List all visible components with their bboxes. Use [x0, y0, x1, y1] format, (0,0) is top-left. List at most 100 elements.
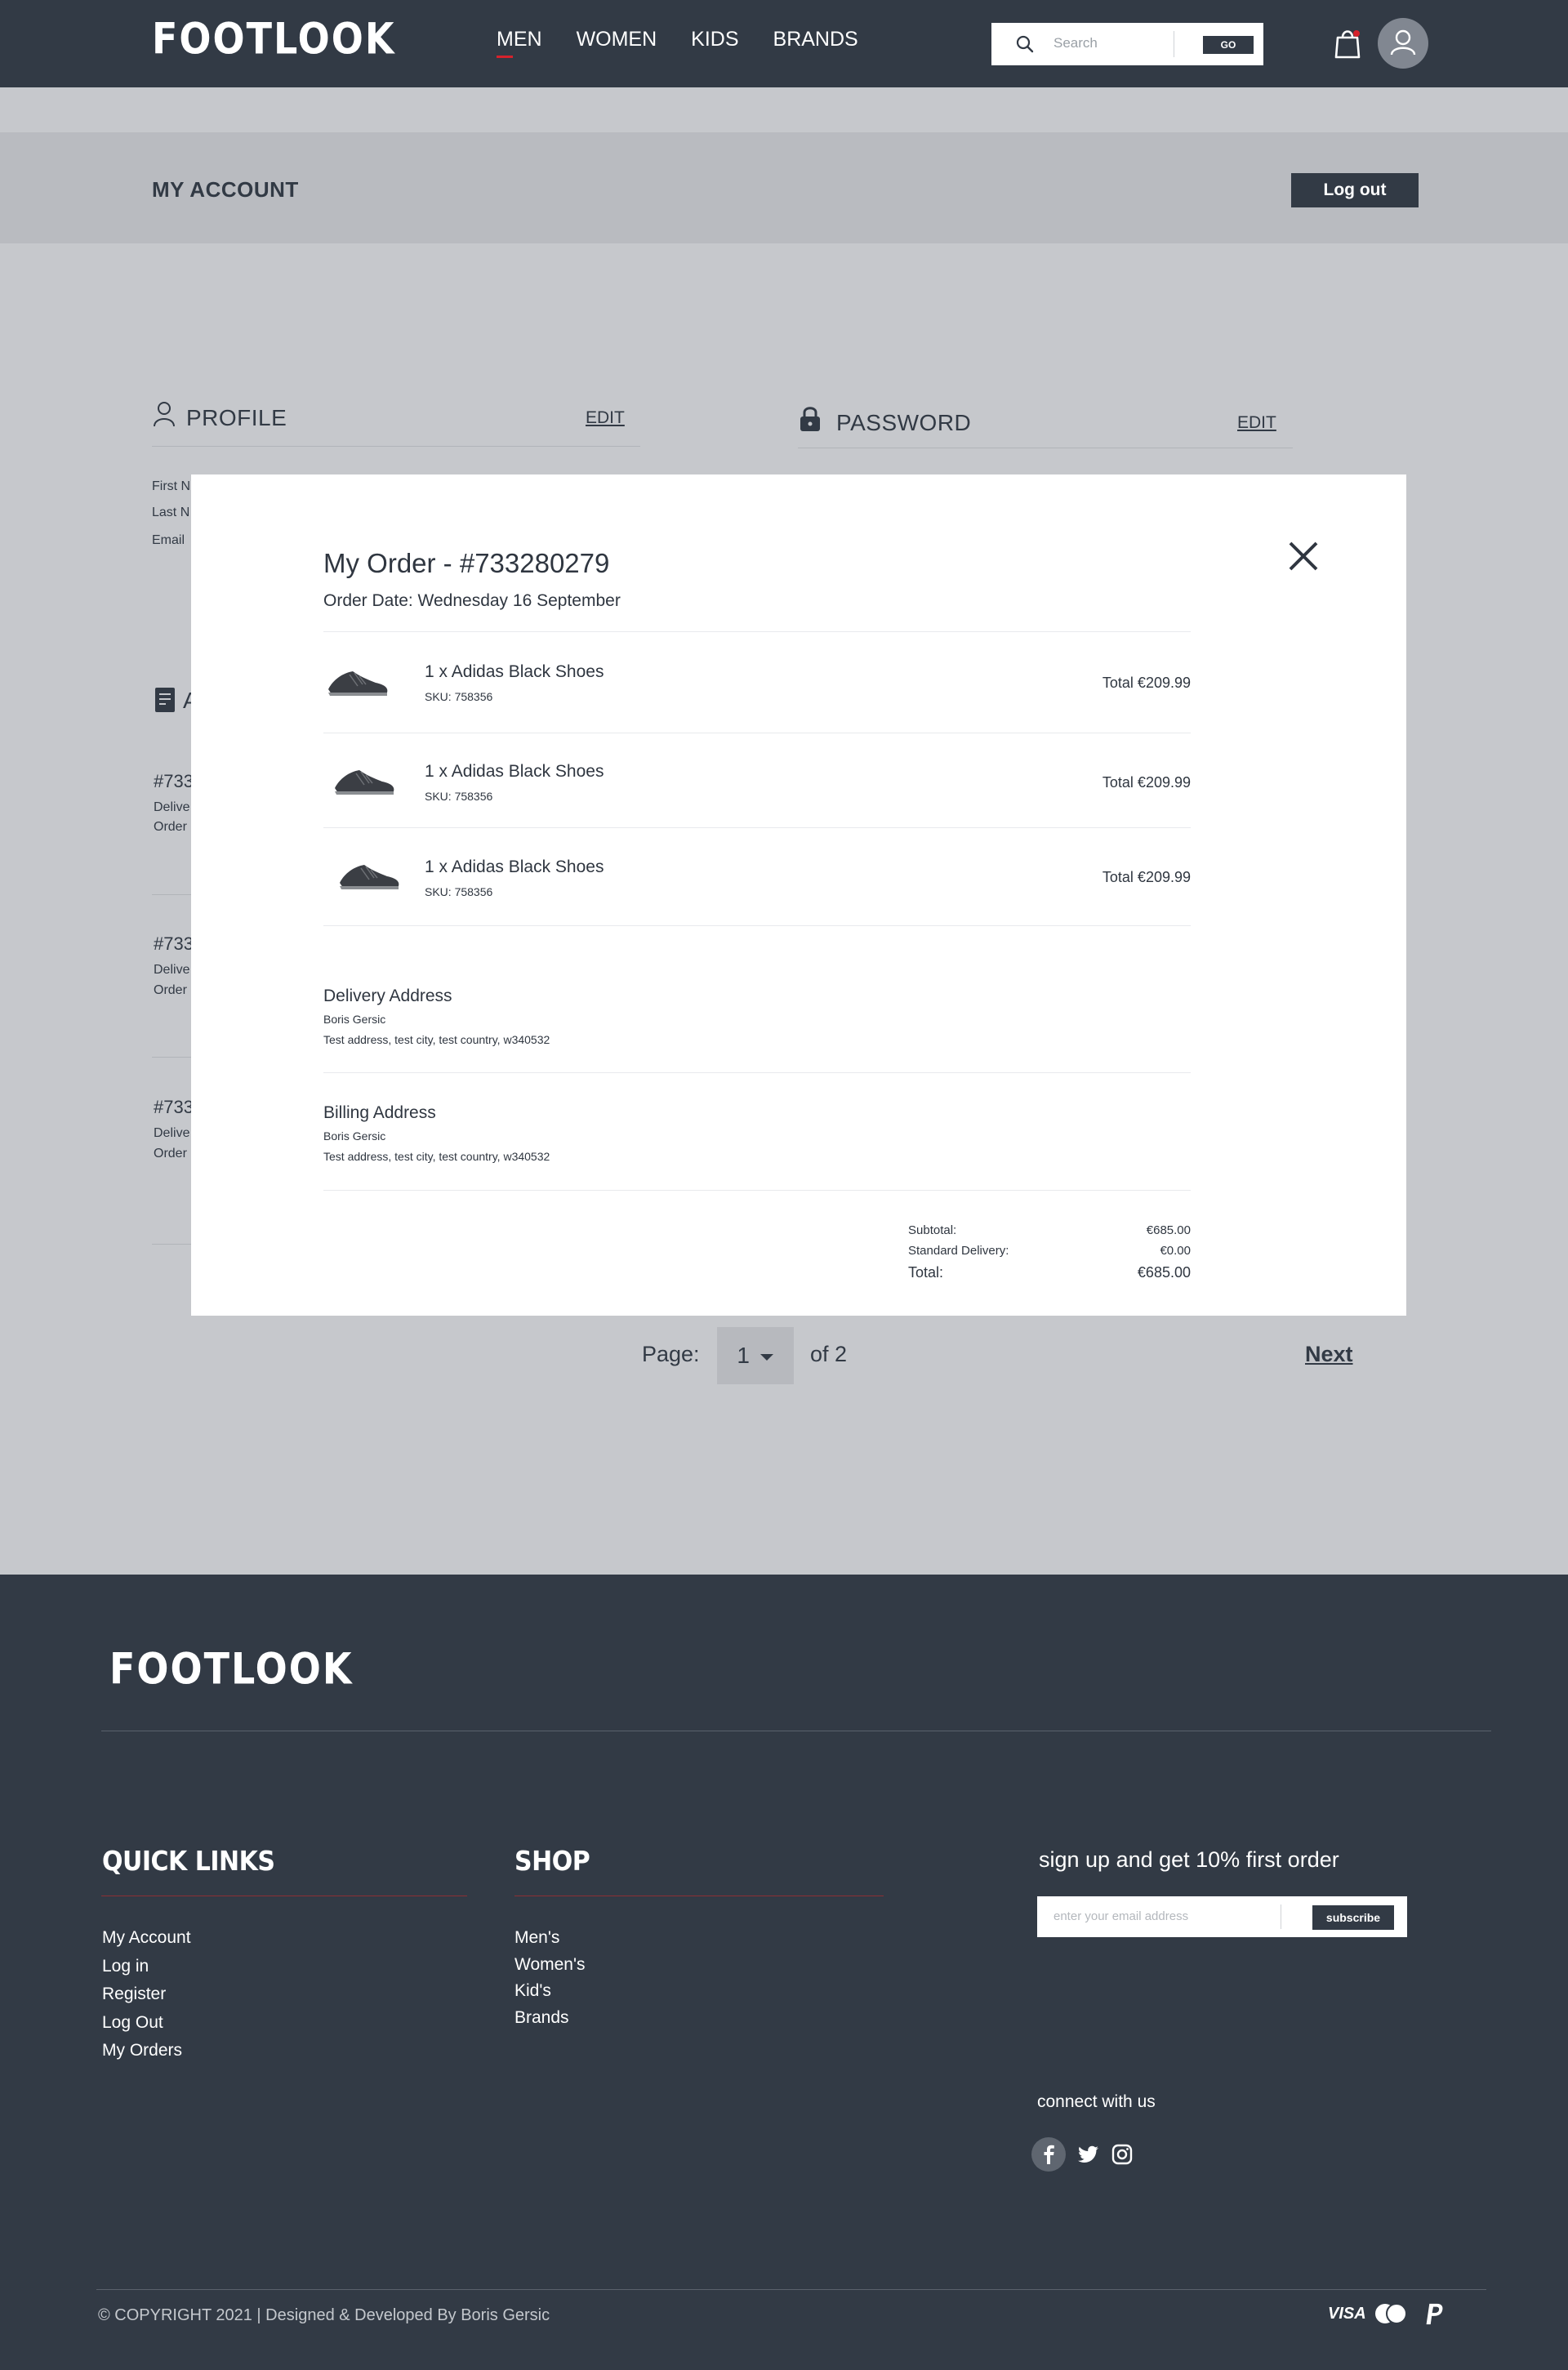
order-delivery: Delive — [154, 963, 190, 977]
avatar[interactable] — [1378, 18, 1428, 69]
order-modal: My Order - #733280279 Order Date: Wednes… — [191, 474, 1406, 1316]
copyright: © COPYRIGHT 2021 | Designed & Developed … — [98, 2306, 550, 2324]
shopping-bag-icon[interactable] — [1331, 25, 1364, 60]
signup-text: sign up and get 10% first order — [1039, 1847, 1339, 1872]
item-name: 1 x Adidas Black Shoes — [425, 858, 604, 876]
shoe-image — [335, 770, 394, 795]
delivery-address-title: Delivery Address — [323, 987, 452, 1005]
divider — [323, 827, 1191, 828]
nav-brands[interactable]: BRANDS — [773, 28, 858, 51]
account-bar: MY ACCOUNT Log out — [0, 132, 1568, 243]
email-label: Email — [152, 533, 185, 547]
delivery-value: €0.00 — [1160, 1244, 1191, 1258]
total-value: €685.00 — [1137, 1264, 1191, 1281]
quick-links-heading: QUICK LINKS — [102, 1846, 275, 1878]
order-number[interactable]: #733 — [154, 1097, 194, 1118]
footer-link-brands[interactable]: Brands — [514, 2008, 569, 2028]
delivery-name: Boris Gersic — [323, 1013, 386, 1026]
item-total: Total €209.99 — [1102, 675, 1191, 691]
site-footer: FOOTLOOK QUICK LINKS My Account Log in R… — [0, 1575, 1568, 2370]
item-sku: SKU: 758356 — [425, 885, 493, 898]
pagination-of: of 2 — [810, 1342, 848, 1366]
pagination-label: Page: — [642, 1342, 700, 1366]
footer-link-register[interactable]: Register — [102, 1985, 166, 2004]
order-delivery: Delive — [154, 1126, 190, 1140]
shoe-image — [340, 865, 399, 889]
logout-button[interactable]: Log out — [1291, 173, 1419, 207]
billing-address-title: Billing Address — [323, 1103, 436, 1122]
order-delivery: Delive — [154, 800, 190, 814]
logo[interactable]: FOOTLOOK — [152, 13, 396, 64]
search-go-button[interactable]: GO — [1203, 36, 1254, 54]
search-icon — [1016, 35, 1034, 53]
shoe-image — [328, 671, 388, 696]
main-nav: MEN WOMEN KIDS BRANDS — [497, 28, 858, 58]
caret-down-icon — [760, 1353, 773, 1361]
user-icon — [1390, 29, 1416, 56]
profile-heading: PROFILE — [186, 405, 287, 430]
order-number[interactable]: #733 — [154, 771, 194, 792]
billing-name: Boris Gersic — [323, 1129, 386, 1143]
site-header: FOOTLOOK MEN WOMEN KIDS BRANDS Search GO — [0, 0, 1568, 87]
delivery-label: Standard Delivery: — [908, 1244, 1009, 1258]
footer-link-mens[interactable]: Men's — [514, 1928, 559, 1948]
subtotal-label: Subtotal: — [908, 1223, 957, 1237]
item-total: Total €209.99 — [1102, 869, 1191, 885]
total-label: Total: — [908, 1264, 944, 1281]
nav-men[interactable]: MEN — [497, 28, 542, 58]
nav-women[interactable]: WOMEN — [577, 28, 657, 51]
newsletter-email-input[interactable]: enter your email address — [1054, 1909, 1188, 1923]
lock-icon — [800, 407, 820, 431]
instagram-icon[interactable] — [1104, 2136, 1140, 2172]
billing-address: Test address, test city, test country, w… — [323, 1150, 550, 1163]
paypal-icon — [1426, 2303, 1443, 2325]
orders-icon — [155, 688, 175, 712]
modal-title: My Order - #733280279 — [323, 548, 610, 578]
divider — [323, 1190, 1191, 1191]
footer-link-kids[interactable]: Kid's — [514, 1981, 551, 2001]
divider — [323, 631, 1191, 632]
profile-icon — [154, 402, 175, 427]
search-box[interactable]: Search GO — [991, 23, 1263, 65]
page-title: MY ACCOUNT — [152, 177, 299, 202]
subtotal-value: €685.00 — [1146, 1223, 1191, 1237]
search-input[interactable]: Search — [1054, 35, 1098, 51]
footer-link-log-out[interactable]: Log Out — [102, 2013, 163, 2033]
subscribe-button[interactable]: subscribe — [1312, 1905, 1394, 1930]
order-date: Order — [154, 1147, 187, 1160]
twitter-icon[interactable] — [1071, 2136, 1107, 2172]
order-date: Order — [154, 983, 187, 997]
profile-edit-link[interactable]: EDIT — [586, 408, 625, 428]
shop-heading: SHOP — [514, 1846, 590, 1878]
mastercard-icon — [1375, 2303, 1407, 2324]
newsletter-form: enter your email address subscribe — [1037, 1896, 1407, 1937]
close-icon[interactable] — [1285, 538, 1321, 574]
divider — [323, 925, 1191, 926]
order-number[interactable]: #733 — [154, 933, 194, 955]
nav-kids[interactable]: KIDS — [691, 28, 738, 51]
password-edit-link[interactable]: EDIT — [1237, 413, 1276, 433]
footer-link-my-account[interactable]: My Account — [102, 1928, 191, 1948]
footer-link-womens[interactable]: Women's — [514, 1955, 585, 1975]
facebook-icon[interactable] — [1031, 2136, 1067, 2172]
last-name-label: Last N — [152, 506, 190, 519]
divider — [323, 1072, 1191, 1073]
item-sku: SKU: 758356 — [425, 790, 493, 803]
item-name: 1 x Adidas Black Shoes — [425, 762, 604, 781]
order-date: Order Date: Wednesday 16 September — [323, 591, 621, 610]
page-select[interactable]: 1 — [717, 1327, 794, 1384]
divider — [96, 2289, 1486, 2290]
footer-logo[interactable]: FOOTLOOK — [109, 1643, 354, 1694]
first-name-label: First N — [152, 479, 191, 493]
divider — [152, 446, 640, 447]
delivery-address: Test address, test city, test country, w… — [323, 1033, 550, 1046]
connect-text: connect with us — [1037, 2092, 1156, 2111]
item-name: 1 x Adidas Black Shoes — [425, 662, 604, 681]
visa-icon: VISA — [1328, 2305, 1366, 2323]
password-heading: PASSWORD — [836, 410, 972, 435]
footer-link-my-orders[interactable]: My Orders — [102, 2041, 182, 2060]
item-sku: SKU: 758356 — [425, 690, 493, 703]
footer-link-log-in[interactable]: Log in — [102, 1957, 149, 1976]
next-page-link[interactable]: Next — [1305, 1342, 1353, 1367]
page-current: 1 — [737, 1343, 750, 1368]
